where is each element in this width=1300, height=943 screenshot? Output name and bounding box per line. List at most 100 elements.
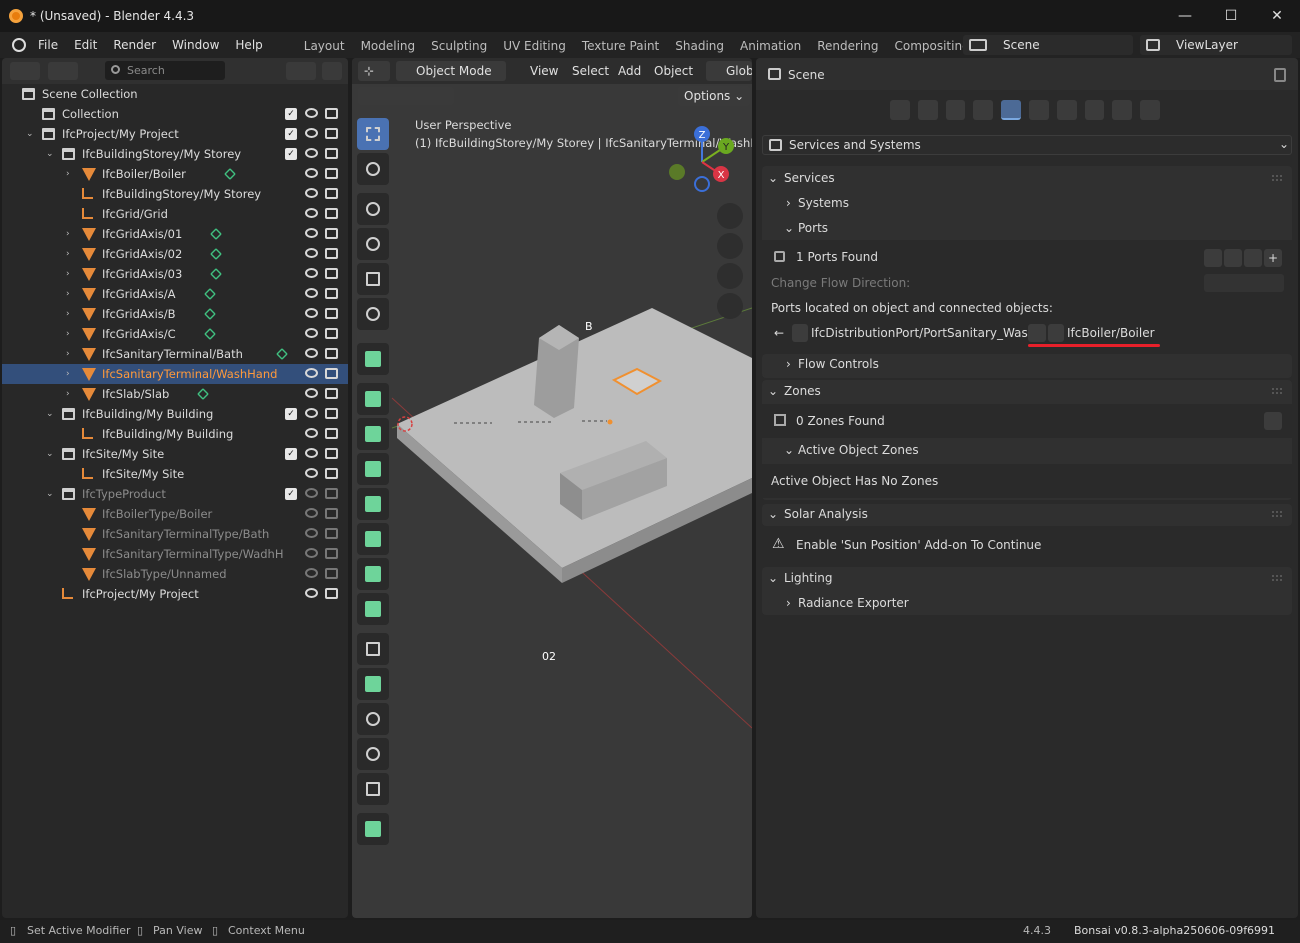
project-tab-icon[interactable] (890, 100, 910, 120)
back-arrow-icon[interactable]: ← (774, 326, 784, 340)
editor-type-icon[interactable]: ⊹ (358, 61, 390, 81)
outliner-row[interactable]: IfcBuilding/My Building (2, 424, 348, 444)
tab-sculpting[interactable]: Sculpting (423, 32, 495, 58)
camera-icon[interactable] (325, 208, 338, 219)
menu-object[interactable]: Object (648, 61, 699, 81)
maximize-button[interactable]: ☐ (1208, 0, 1254, 32)
tab-modeling[interactable]: Modeling (353, 32, 424, 58)
collapse-icon[interactable]: ⌄ (46, 404, 54, 424)
tab-shading[interactable]: Shading (667, 32, 732, 58)
modifier-icon[interactable] (210, 228, 223, 240)
fm-tab-icon[interactable] (1084, 100, 1105, 120)
outliner-row[interactable]: ⌄ IfcSite/My Site ✓ (2, 444, 348, 464)
solar-panel-header[interactable]: ⌄ Solar Analysis (762, 504, 1292, 526)
editor-type-icon[interactable] (10, 62, 40, 80)
download-icon[interactable] (1264, 412, 1282, 430)
camera-icon[interactable] (325, 408, 338, 419)
modifier-icon[interactable] (197, 388, 210, 400)
minimize-button[interactable]: — (1162, 0, 1208, 32)
select-cursor-icon[interactable] (792, 324, 808, 342)
new-collection-icon[interactable] (322, 62, 342, 80)
outliner-row[interactable]: Scene Collection (2, 84, 348, 104)
outliner-row[interactable]: IfcGrid/Grid (2, 204, 348, 224)
outliner-row[interactable]: IfcSanitaryTerminalType/Bath (2, 524, 348, 544)
expand-icon[interactable]: › (66, 224, 70, 244)
outliner-row[interactable]: ⌄ IfcBuildingStorey/My Storey ✓ (2, 144, 348, 164)
zoom-icon[interactable] (717, 203, 743, 229)
drag-handle-icon[interactable] (1272, 511, 1282, 517)
wall-tool[interactable] (357, 383, 389, 415)
radiance-exporter-subpanel[interactable]: Radiance Exporter (798, 596, 909, 610)
cursor-tool[interactable] (357, 153, 389, 185)
outliner-row[interactable]: IfcBuildingStorey/My Storey (2, 184, 348, 204)
ports-collapse-icon[interactable]: ⌄ (784, 221, 794, 235)
eye-icon[interactable] (305, 188, 318, 198)
outliner-row[interactable]: › IfcGridAxis/03 (2, 264, 348, 284)
port-select-icon[interactable] (1204, 249, 1222, 267)
eye-icon[interactable] (305, 128, 318, 138)
modifier-icon[interactable] (223, 168, 236, 180)
zones-collapse-icon[interactable]: ⌄ (768, 384, 778, 398)
eye-icon[interactable] (305, 228, 318, 238)
object-tab-icon[interactable] (917, 100, 938, 120)
door-tool[interactable] (357, 453, 389, 485)
camera-icon[interactable] (325, 328, 338, 339)
camera-icon[interactable] (325, 308, 338, 319)
lighting-collapse-icon[interactable]: ⌄ (768, 571, 778, 585)
category-dropdown[interactable]: Services and Systems ⌄ (762, 135, 1292, 155)
ports-subpanel[interactable]: Ports (798, 221, 828, 235)
camera-icon[interactable] (325, 428, 338, 439)
outliner-row[interactable]: IfcSlabType/Unnamed (2, 564, 348, 584)
menu-select[interactable]: Select (566, 61, 615, 81)
outliner-row[interactable]: IfcSanitaryTerminalType/WadhH (2, 544, 348, 564)
services-title[interactable]: Services (784, 171, 835, 185)
camera-icon[interactable] (325, 288, 338, 299)
eye-icon[interactable] (305, 208, 318, 218)
camera-view-icon[interactable] (717, 263, 743, 289)
camera-icon[interactable] (325, 108, 338, 119)
camera-icon[interactable] (325, 168, 338, 179)
eye-icon[interactable] (305, 488, 318, 498)
explore-tool[interactable] (357, 343, 389, 375)
disconnect-icon[interactable] (1028, 324, 1046, 342)
scene-selector[interactable]: Scene (963, 35, 1133, 55)
quality-tab-icon[interactable] (1112, 100, 1133, 120)
blender-menu-icon[interactable] (12, 38, 26, 52)
tab-texture-paint[interactable]: Texture Paint (574, 32, 667, 58)
mep-tool[interactable] (357, 633, 389, 665)
lighting-title[interactable]: Lighting (784, 571, 833, 585)
eye-icon[interactable] (1224, 249, 1242, 267)
structure-tool[interactable] (357, 703, 389, 735)
outliner-row[interactable]: › IfcSanitaryTerminal/WashHand (2, 364, 348, 384)
eye-icon[interactable] (305, 308, 318, 318)
select-mode-buttons[interactable] (358, 87, 454, 105)
close-button[interactable]: ✕ (1254, 0, 1300, 32)
outliner-row[interactable]: IfcSite/My Site (2, 464, 348, 484)
drag-handle-icon[interactable] (1272, 575, 1282, 581)
collapse-icon[interactable]: ⌄ (46, 484, 54, 504)
camera-icon[interactable] (325, 188, 338, 199)
covering-tool[interactable] (357, 558, 389, 590)
navigation-gizmo[interactable]: Z Y X (664, 122, 744, 202)
eye-icon[interactable] (305, 248, 318, 258)
tab-rendering[interactable]: Rendering (809, 32, 886, 58)
orientation-selector[interactable]: Glob (706, 61, 752, 81)
outliner-row[interactable]: › IfcGridAxis/02 (2, 244, 348, 264)
eye-icon[interactable] (305, 388, 318, 398)
add-cube-tool[interactable] (357, 813, 389, 845)
eye-icon[interactable] (305, 468, 318, 478)
eye-icon[interactable] (305, 328, 318, 338)
move-tool[interactable] (357, 193, 389, 225)
camera-icon[interactable] (325, 488, 338, 499)
menu-edit[interactable]: Edit (66, 38, 105, 52)
structural-tab-icon[interactable] (1028, 100, 1049, 120)
exclude-checkbox[interactable]: ✓ (285, 108, 297, 120)
transform-tool[interactable] (357, 298, 389, 330)
outliner-row[interactable]: › IfcGridAxis/A (2, 284, 348, 304)
services-collapse-icon[interactable]: ⌄ (768, 171, 778, 185)
expand-icon[interactable]: › (66, 324, 70, 344)
furniture-tool[interactable] (357, 523, 389, 555)
eye-icon[interactable] (305, 288, 318, 298)
outliner-search-input[interactable]: Search (105, 61, 225, 80)
eye-icon[interactable] (305, 408, 318, 418)
